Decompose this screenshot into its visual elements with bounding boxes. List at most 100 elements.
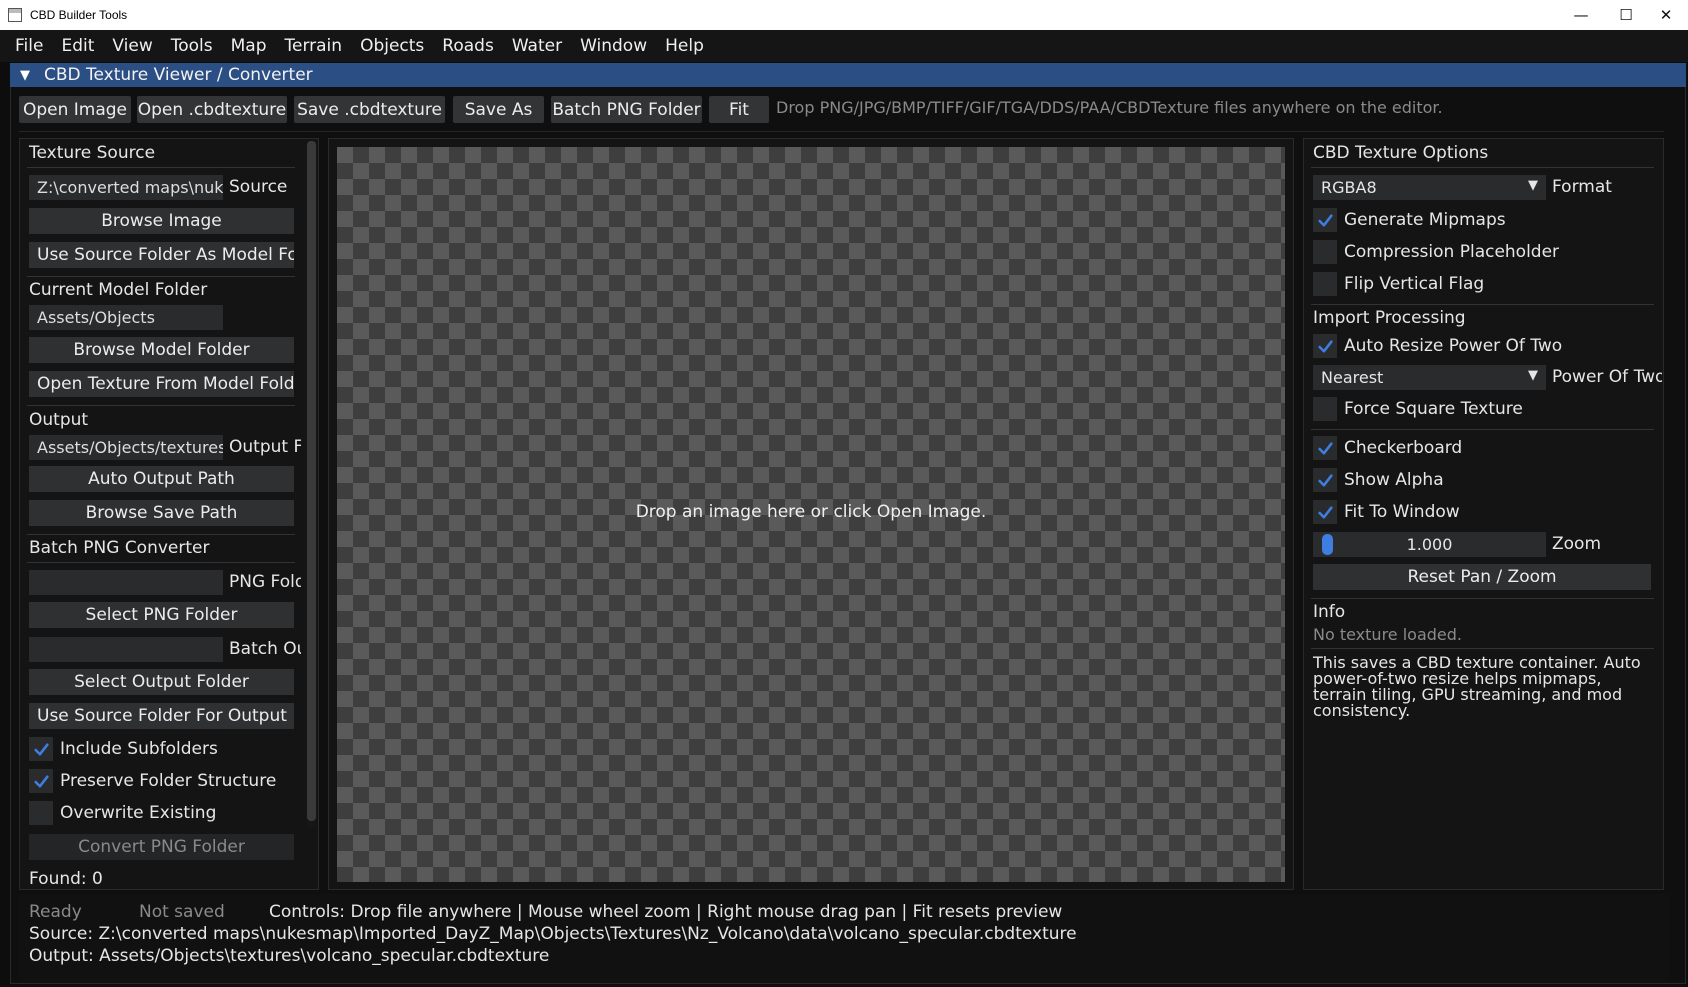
convert-png-folder-button[interactable]: Convert PNG Folder xyxy=(29,834,294,860)
checkmark-icon xyxy=(1317,473,1333,487)
checkmark-icon xyxy=(1317,505,1333,519)
batch-output-input[interactable] xyxy=(29,637,223,662)
output-file-label: Output File xyxy=(229,437,301,457)
status-ready: Ready xyxy=(29,902,82,922)
chevron-down-icon: ▼ xyxy=(1528,178,1538,193)
batch-png-converter-heading: Batch PNG Converter xyxy=(29,538,210,558)
use-source-folder-as-model-button[interactable]: Use Source Folder As Model Folder xyxy=(29,242,294,268)
info-heading: Info xyxy=(1313,602,1346,622)
toolbar-divider xyxy=(19,131,1664,132)
status-output-path: Output: Assets/Objects\textures\volcano_… xyxy=(29,946,550,966)
divider xyxy=(27,534,295,535)
menu-terrain[interactable]: Terrain xyxy=(276,36,352,56)
preview-placeholder-text: Drop an image here or click Open Image. xyxy=(635,502,987,522)
compression-placeholder-checkbox[interactable]: Compression Placeholder xyxy=(1313,239,1559,265)
checkerboard-label: Checkerboard xyxy=(1344,438,1463,458)
source-path-input[interactable]: Z:\converted maps\nukesmap xyxy=(29,175,223,200)
divider xyxy=(1311,167,1654,168)
save-cbdtexture-button[interactable]: Save .cbdtexture xyxy=(294,96,445,123)
png-folder-input[interactable] xyxy=(29,570,223,595)
auto-output-path-button[interactable]: Auto Output Path xyxy=(29,466,294,492)
format-dropdown[interactable]: RGBA8 ▼ xyxy=(1313,175,1546,200)
divider xyxy=(27,276,295,277)
format-label: Format xyxy=(1552,177,1612,197)
checkmark-icon xyxy=(33,742,49,756)
show-alpha-checkbox[interactable]: Show Alpha xyxy=(1313,467,1444,493)
checkbox-box[interactable] xyxy=(29,769,53,793)
close-icon[interactable]: ✕ xyxy=(1643,0,1688,30)
divider xyxy=(1311,598,1654,599)
select-png-folder-button[interactable]: Select PNG Folder xyxy=(29,602,294,628)
open-texture-from-model-folder-button[interactable]: Open Texture From Model Folder xyxy=(29,371,294,397)
force-square-texture-label: Force Square Texture xyxy=(1344,399,1523,419)
checkbox-box[interactable] xyxy=(1313,468,1337,492)
checkbox-box[interactable] xyxy=(29,801,53,825)
menu-edit[interactable]: Edit xyxy=(52,36,103,56)
auto-resize-power-of-two-checkbox[interactable]: Auto Resize Power Of Two xyxy=(1313,333,1562,359)
include-subfolders-label: Include Subfolders xyxy=(60,739,218,759)
menu-roads[interactable]: Roads xyxy=(433,36,503,56)
zoom-label: Zoom xyxy=(1552,534,1602,554)
checkbox-box[interactable] xyxy=(1313,436,1337,460)
info-description: This saves a CBD texture container. Auto… xyxy=(1313,653,1641,720)
select-output-folder-button[interactable]: Select Output Folder xyxy=(29,669,294,695)
flip-vertical-flag-label: Flip Vertical Flag xyxy=(1344,274,1485,294)
overwrite-existing-checkbox[interactable]: Overwrite Existing xyxy=(29,800,216,826)
batch-png-folder-button[interactable]: Batch PNG Folder xyxy=(551,96,702,123)
checkbox-box[interactable] xyxy=(1313,208,1337,232)
checkmark-icon xyxy=(1317,339,1333,353)
batch-output-label: Batch Output xyxy=(229,639,301,659)
generate-mipmaps-checkbox[interactable]: Generate Mipmaps xyxy=(1313,207,1506,233)
flip-vertical-flag-checkbox[interactable]: Flip Vertical Flag xyxy=(1313,271,1484,297)
resize-mode-dropdown[interactable]: Nearest ▼ xyxy=(1313,365,1546,390)
format-value: RGBA8 xyxy=(1321,178,1377,197)
save-as-button[interactable]: Save As xyxy=(453,96,544,123)
auto-resize-power-of-two-label: Auto Resize Power Of Two xyxy=(1344,336,1563,356)
fit-button[interactable]: Fit xyxy=(709,96,769,123)
checkbox-box[interactable] xyxy=(1313,500,1337,524)
force-square-texture-checkbox[interactable]: Force Square Texture xyxy=(1313,396,1523,422)
output-path-input[interactable]: Assets/Objects/textures xyxy=(29,435,223,460)
resize-mode-value: Nearest xyxy=(1321,368,1384,387)
checkbox-box[interactable] xyxy=(29,737,53,761)
source-label: Source xyxy=(229,177,288,197)
menu-help[interactable]: Help xyxy=(656,36,713,56)
left-scrollbar-thumb[interactable] xyxy=(307,141,316,821)
png-folder-label: PNG Folder xyxy=(229,572,301,592)
menu-water[interactable]: Water xyxy=(503,36,571,56)
compression-placeholder-label: Compression Placeholder xyxy=(1344,242,1560,262)
include-subfolders-checkbox[interactable]: Include Subfolders xyxy=(29,736,218,762)
menu-window[interactable]: Window xyxy=(571,36,656,56)
model-folder-value[interactable]: Assets/Objects xyxy=(29,305,223,330)
divider xyxy=(1311,429,1654,430)
menu-map[interactable]: Map xyxy=(222,36,276,56)
reset-pan-zoom-button[interactable]: Reset Pan / Zoom xyxy=(1313,564,1651,590)
open-image-button[interactable]: Open Image xyxy=(19,96,131,123)
show-alpha-label: Show Alpha xyxy=(1344,470,1444,490)
browse-model-folder-button[interactable]: Browse Model Folder xyxy=(29,337,294,363)
checkbox-box[interactable] xyxy=(1313,240,1337,264)
minimize-icon[interactable]: — xyxy=(1558,0,1604,30)
menu-tools[interactable]: Tools xyxy=(162,36,222,56)
checkbox-box[interactable] xyxy=(1313,397,1337,421)
current-model-folder-heading: Current Model Folder xyxy=(29,280,208,300)
output-heading: Output xyxy=(29,410,89,430)
browse-save-path-button[interactable]: Browse Save Path xyxy=(29,500,294,526)
texture-viewer-title-bar[interactable]: ▼ CBD Texture Viewer / Converter xyxy=(10,63,1686,87)
menu-view[interactable]: View xyxy=(103,36,161,56)
checkerboard-checkbox[interactable]: Checkerboard xyxy=(1313,435,1462,461)
checkbox-box[interactable] xyxy=(1313,334,1337,358)
browse-image-button[interactable]: Browse Image xyxy=(29,208,294,234)
menu-file[interactable]: File xyxy=(6,36,52,56)
menu-objects[interactable]: Objects xyxy=(351,36,433,56)
fit-to-window-checkbox[interactable]: Fit To Window xyxy=(1313,499,1460,525)
overwrite-existing-label: Overwrite Existing xyxy=(60,803,217,823)
use-source-folder-for-output-button[interactable]: Use Source Folder For Output xyxy=(29,703,294,729)
checkbox-box[interactable] xyxy=(1313,272,1337,296)
texture-source-heading: Texture Source xyxy=(29,143,156,163)
zoom-slider[interactable]: 1.000 xyxy=(1313,532,1546,557)
open-cbdtexture-button[interactable]: Open .cbdtexture xyxy=(137,96,287,123)
preserve-folder-structure-checkbox[interactable]: Preserve Folder Structure xyxy=(29,768,276,794)
generate-mipmaps-label: Generate Mipmaps xyxy=(1344,210,1506,230)
collapse-icon[interactable]: ▼ xyxy=(20,68,30,83)
